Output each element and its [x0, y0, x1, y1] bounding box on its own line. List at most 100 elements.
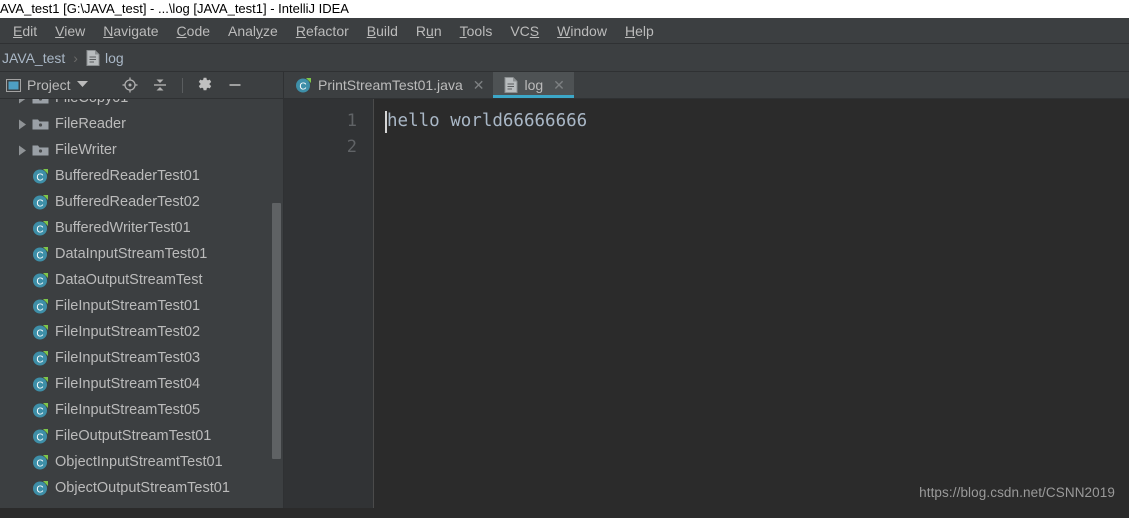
menu-item-navigate[interactable]: Navigate — [94, 19, 167, 43]
chevron-down-icon[interactable] — [76, 79, 88, 91]
toolbar-divider — [181, 77, 183, 93]
tree-item-bufferedreadertest01[interactable]: C BufferedReaderTest01 — [0, 163, 283, 189]
menu-item-code[interactable]: Code — [168, 19, 219, 43]
watermark-text: https://blog.csdn.net/CSNN2019 — [919, 485, 1115, 500]
menu-item-help[interactable]: Help — [616, 19, 663, 43]
menu-item-view[interactable]: View — [46, 19, 94, 43]
window-titlebar: AVA_test1 [G:\JAVA_test] - ...\log [JAVA… — [0, 0, 1129, 18]
menu-item-tools[interactable]: Tools — [451, 19, 502, 43]
code-line[interactable]: hello world66666666 — [374, 108, 1129, 134]
java-class-icon: C — [30, 402, 50, 419]
tree-item-fileoutputstreamtest01[interactable]: C FileOutputStreamTest01 — [0, 423, 283, 449]
editor-tab-printstreamtest01-java[interactable]: C PrintStreamTest01.java ✕ — [284, 72, 493, 98]
tree-item-filereader[interactable]: FileReader — [0, 111, 283, 137]
folder-icon — [30, 117, 50, 131]
expand-arrow-icon[interactable] — [14, 99, 30, 106]
tree-item-fileinputstreamtest01[interactable]: C FileInputStreamTest01 — [0, 293, 283, 319]
line-number: 1 — [346, 111, 357, 131]
project-panel-header: Project — [0, 72, 283, 99]
tree-item-label: FileInputStreamTest02 — [55, 324, 201, 340]
collapse-all-icon[interactable] — [152, 77, 168, 93]
main-content: Project FileReader FileWriter C Buffered… — [0, 72, 1129, 508]
menu-item-vcs[interactable]: VCS — [501, 19, 548, 43]
svg-text:C: C — [36, 328, 43, 339]
breadcrumb-item-java_test[interactable]: JAVA_test — [0, 50, 67, 66]
tree-item-datainputstreamtest01[interactable]: C DataInputStreamTest01 — [0, 241, 283, 267]
project-panel-title: Project — [27, 77, 71, 93]
java-class-icon: C — [30, 324, 50, 341]
file-icon — [504, 77, 518, 93]
tree-item-filewriter[interactable]: FileWriter — [0, 137, 283, 163]
gear-icon[interactable] — [197, 77, 213, 93]
tree-item-label: DataInputStreamTest01 — [55, 246, 208, 262]
tree-item-bufferedwritertest01[interactable]: C BufferedWriterTest01 — [0, 215, 283, 241]
tree-item-bufferedreadertest02[interactable]: C BufferedReaderTest02 — [0, 189, 283, 215]
svg-text:C: C — [36, 224, 43, 235]
svg-text:C: C — [36, 406, 43, 417]
java-class-icon: C — [30, 480, 50, 497]
tree-item-label: FileInputStreamTest05 — [55, 402, 201, 418]
breadcrumb-item-log[interactable]: log — [84, 49, 126, 66]
expand-arrow-icon[interactable] — [14, 142, 30, 158]
java-class-icon: C — [30, 350, 50, 367]
tree-item-fileinputstreamtest05[interactable]: C FileInputStreamTest05 — [0, 397, 283, 423]
tree-item-fileinputstreamtest02[interactable]: C FileInputStreamTest02 — [0, 319, 283, 345]
java-class-icon: C — [30, 272, 50, 289]
tree-item-label: ObjectOutputStreamTest01 — [55, 480, 230, 496]
project-view-icon[interactable] — [6, 78, 21, 93]
close-icon[interactable]: ✕ — [473, 77, 485, 94]
java-class-icon: C — [30, 194, 50, 211]
svg-text:C: C — [36, 354, 43, 365]
menu-item-run[interactable]: Run — [407, 19, 451, 43]
tree-item-fileinputstreamtest04[interactable]: C FileInputStreamTest04 — [0, 371, 283, 397]
tree-item-label: FileInputStreamTest03 — [55, 350, 201, 366]
folder-icon — [30, 143, 50, 157]
menu-item-window[interactable]: Window — [548, 19, 616, 43]
minimize-icon[interactable] — [227, 77, 243, 93]
editor-tab-label: log — [524, 77, 544, 93]
window-title: AVA_test1 [G:\JAVA_test] - ...\log [JAVA… — [0, 1, 349, 16]
java-class-icon: C — [30, 298, 50, 315]
tree-item-label: FileWriter — [55, 142, 117, 158]
project-file-tree[interactable]: FileCopy01 FileReader FileWriter C Buffe… — [0, 99, 283, 508]
locate-target-icon[interactable] — [122, 77, 138, 93]
menu-item-build[interactable]: Build — [358, 19, 407, 43]
menu-item-edit[interactable]: Edit — [4, 19, 46, 43]
close-icon[interactable]: ✕ — [553, 77, 565, 94]
tree-item-label: FileCopy01 — [55, 99, 128, 106]
java-class-icon: C — [295, 77, 312, 94]
tree-item-label: FileInputStreamTest04 — [55, 376, 201, 392]
editor-area: C PrintStreamTest01.java ✕ log ✕ 1 2 hello … — [284, 72, 1129, 508]
file-icon — [86, 49, 100, 66]
java-class-icon: C — [30, 246, 50, 263]
text-caret — [385, 111, 387, 133]
breadcrumb-separator: › — [73, 49, 78, 66]
menu-item-analyze[interactable]: Analyze — [219, 19, 287, 43]
tree-item-label: BufferedReaderTest02 — [55, 194, 200, 210]
active-tab-underline — [493, 95, 574, 98]
code-line[interactable] — [374, 134, 1129, 160]
line-number: 2 — [346, 137, 357, 157]
project-panel-scrollbar[interactable] — [272, 203, 281, 459]
svg-text:C: C — [36, 172, 43, 183]
tree-item-objectinputstreamttest01[interactable]: C ObjectInputStreamtTest01 — [0, 449, 283, 475]
svg-text:C: C — [36, 302, 43, 313]
tree-item-objectoutputstreamtest01[interactable]: C ObjectOutputStreamTest01 — [0, 475, 283, 501]
expand-arrow-icon[interactable] — [14, 116, 30, 132]
tree-item-label: FileInputStreamTest01 — [55, 298, 201, 314]
svg-text:C: C — [36, 380, 43, 391]
svg-text:C: C — [36, 484, 43, 495]
tree-item-label: BufferedReaderTest01 — [55, 168, 200, 184]
tree-item-dataoutputstreamtest[interactable]: C DataOutputStreamTest — [0, 267, 283, 293]
svg-text:C: C — [36, 458, 43, 469]
editor-tab-log[interactable]: log ✕ — [493, 72, 574, 98]
project-tool-window: Project FileReader FileWriter C Buffered… — [0, 72, 284, 508]
editor-code-area[interactable]: hello world66666666 — [374, 99, 1129, 508]
menu-item-refactor[interactable]: Refactor — [287, 19, 358, 43]
tree-item-fileinputstreamtest03[interactable]: C FileInputStreamTest03 — [0, 345, 283, 371]
breadcrumb-label: log — [104, 49, 124, 66]
tree-item-label: FileReader — [55, 116, 126, 132]
tree-item-filecopy01[interactable]: FileCopy01 — [0, 99, 283, 111]
breadcrumb: JAVA_test › log — [0, 44, 1129, 72]
tree-item-label: FileOutputStreamTest01 — [55, 428, 212, 444]
